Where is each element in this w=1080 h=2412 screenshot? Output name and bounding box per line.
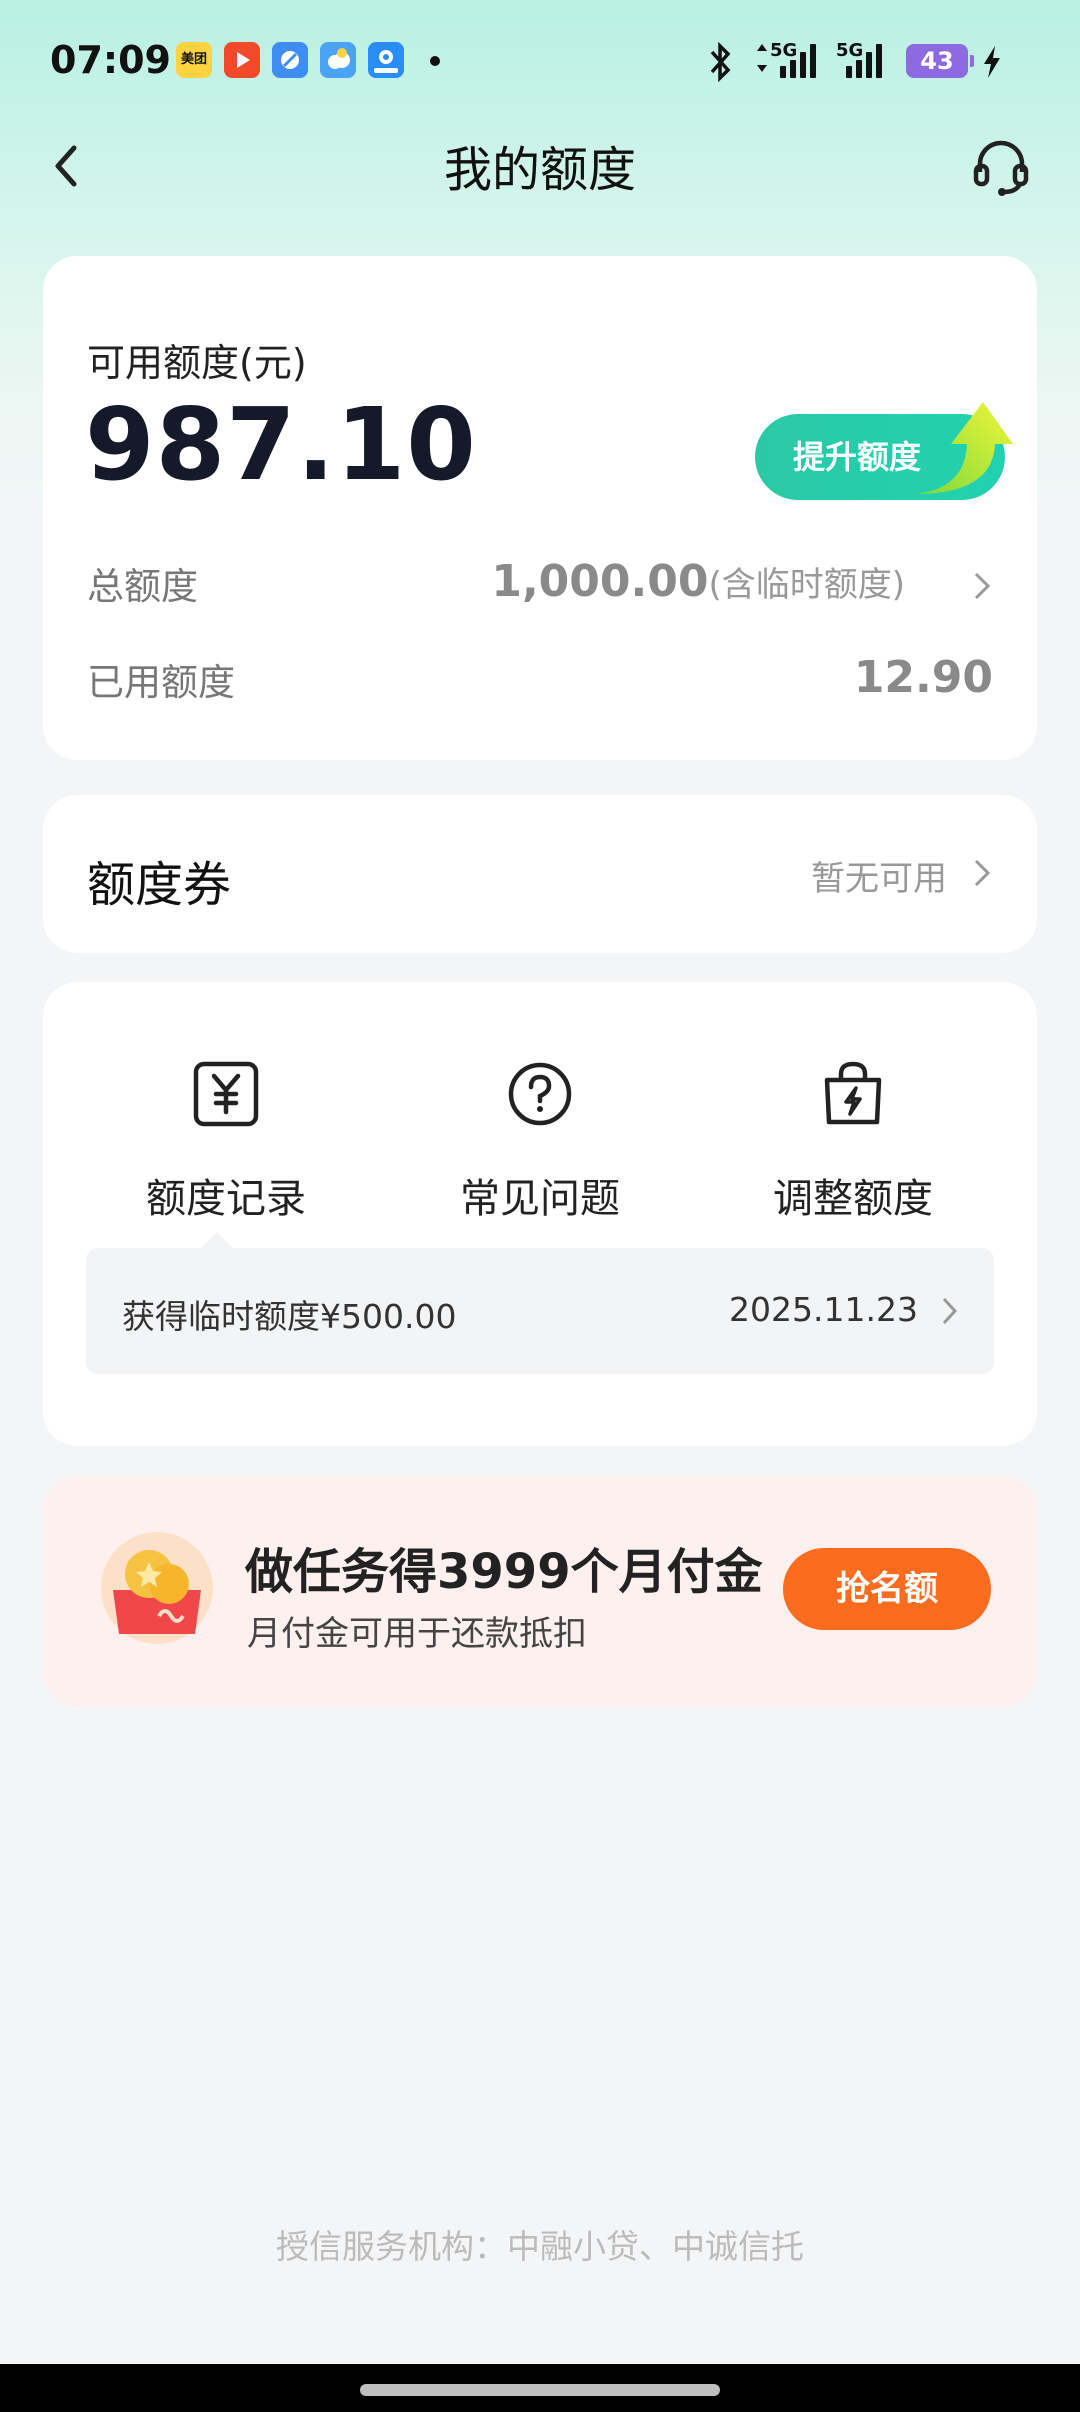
total-credit-label: 总额度 bbox=[87, 565, 198, 608]
coupon-status: 暂无可用 bbox=[811, 859, 947, 899]
question-circle-icon bbox=[508, 1062, 572, 1126]
promo-subtitle: 月付金可用于还款抵扣 bbox=[247, 1614, 587, 1654]
credit-tools-card: 额度记录 常见问题 调整额度 获得临时额度¥500.00 2025.11.23 bbox=[43, 982, 1037, 1446]
available-credit-label: 可用额度(元) bbox=[87, 341, 307, 385]
grab-slot-button[interactable]: 抢名额 bbox=[783, 1548, 991, 1630]
credit-summary-card: 可用额度(元) 987.10 提升额度 总额度 1,000.00(含临时额度) … bbox=[43, 256, 1037, 760]
charging-icon bbox=[984, 46, 1000, 78]
video-app-icon bbox=[224, 42, 260, 78]
chevron-right-icon bbox=[974, 859, 991, 887]
latest-record-row[interactable]: 获得临时额度¥500.00 2025.11.23 bbox=[86, 1248, 994, 1374]
credit-coupon-card[interactable]: 额度券 暂无可用 bbox=[43, 795, 1037, 953]
total-credit-note: (含临时额度) bbox=[708, 565, 905, 605]
status-time: 07:09 bbox=[50, 38, 171, 82]
yen-receipt-icon bbox=[193, 1061, 259, 1127]
system-navigation-bar bbox=[0, 2364, 1080, 2412]
coin-wallet-icon bbox=[101, 1532, 213, 1644]
chevron-right-icon bbox=[942, 1297, 958, 1325]
page-title: 我的额度 bbox=[443, 142, 636, 198]
chevron-right-icon[interactable] bbox=[967, 566, 997, 606]
tool-adjust-credit[interactable]: 调整额度 bbox=[723, 1058, 983, 1224]
task-promo-banner[interactable]: 做任务得3999个月付金 月付金可用于还款抵扣 抢名额 bbox=[43, 1476, 1037, 1706]
up-arrow-icon bbox=[915, 402, 1013, 494]
signal-icon-2 bbox=[846, 44, 882, 78]
customer-service-icon[interactable] bbox=[968, 134, 1034, 200]
battery-indicator: 43 bbox=[906, 44, 974, 78]
available-credit-amount: 987.10 bbox=[85, 386, 477, 503]
tool-label: 调整额度 bbox=[773, 1176, 933, 1222]
navigation-bar: 我的额度 bbox=[0, 120, 1080, 210]
data-arrows-icon bbox=[757, 44, 767, 72]
home-indicator[interactable] bbox=[360, 2384, 720, 2396]
tool-credit-records[interactable]: 额度记录 bbox=[96, 1058, 356, 1224]
record-description: 获得临时额度¥500.00 bbox=[122, 1297, 457, 1336]
maps-app-icon bbox=[368, 42, 404, 78]
status-bar: 07:09 美团 5G 5G 43 bbox=[0, 0, 1080, 120]
total-credit-value[interactable]: 1,000.00(含临时额度) bbox=[491, 556, 905, 607]
promo-title: 做任务得3999个月付金 bbox=[245, 1544, 763, 1600]
used-credit-label: 已用额度 bbox=[87, 661, 235, 704]
notification-dot bbox=[430, 56, 440, 66]
record-date: 2025.11.23 bbox=[729, 1290, 918, 1329]
credit-institution-footer: 授信服务机构：中融小贷、中诚信托 bbox=[276, 2227, 804, 2266]
tool-faq[interactable]: 常见问题 bbox=[410, 1058, 670, 1224]
meituan-app-icon: 美团 bbox=[176, 42, 212, 78]
tool-label: 常见问题 bbox=[460, 1176, 620, 1222]
weather-app-icon bbox=[320, 42, 356, 78]
used-credit-value: 12.90 bbox=[853, 652, 993, 703]
signal-icon-1 bbox=[780, 44, 816, 78]
tool-label: 额度记录 bbox=[146, 1176, 306, 1222]
coupon-title: 额度券 bbox=[87, 857, 232, 913]
total-credit-amount: 1,000.00 bbox=[491, 556, 709, 607]
bluetooth-icon bbox=[710, 42, 731, 82]
browser-app-icon bbox=[272, 42, 308, 78]
lightning-bag-icon bbox=[824, 1061, 882, 1125]
